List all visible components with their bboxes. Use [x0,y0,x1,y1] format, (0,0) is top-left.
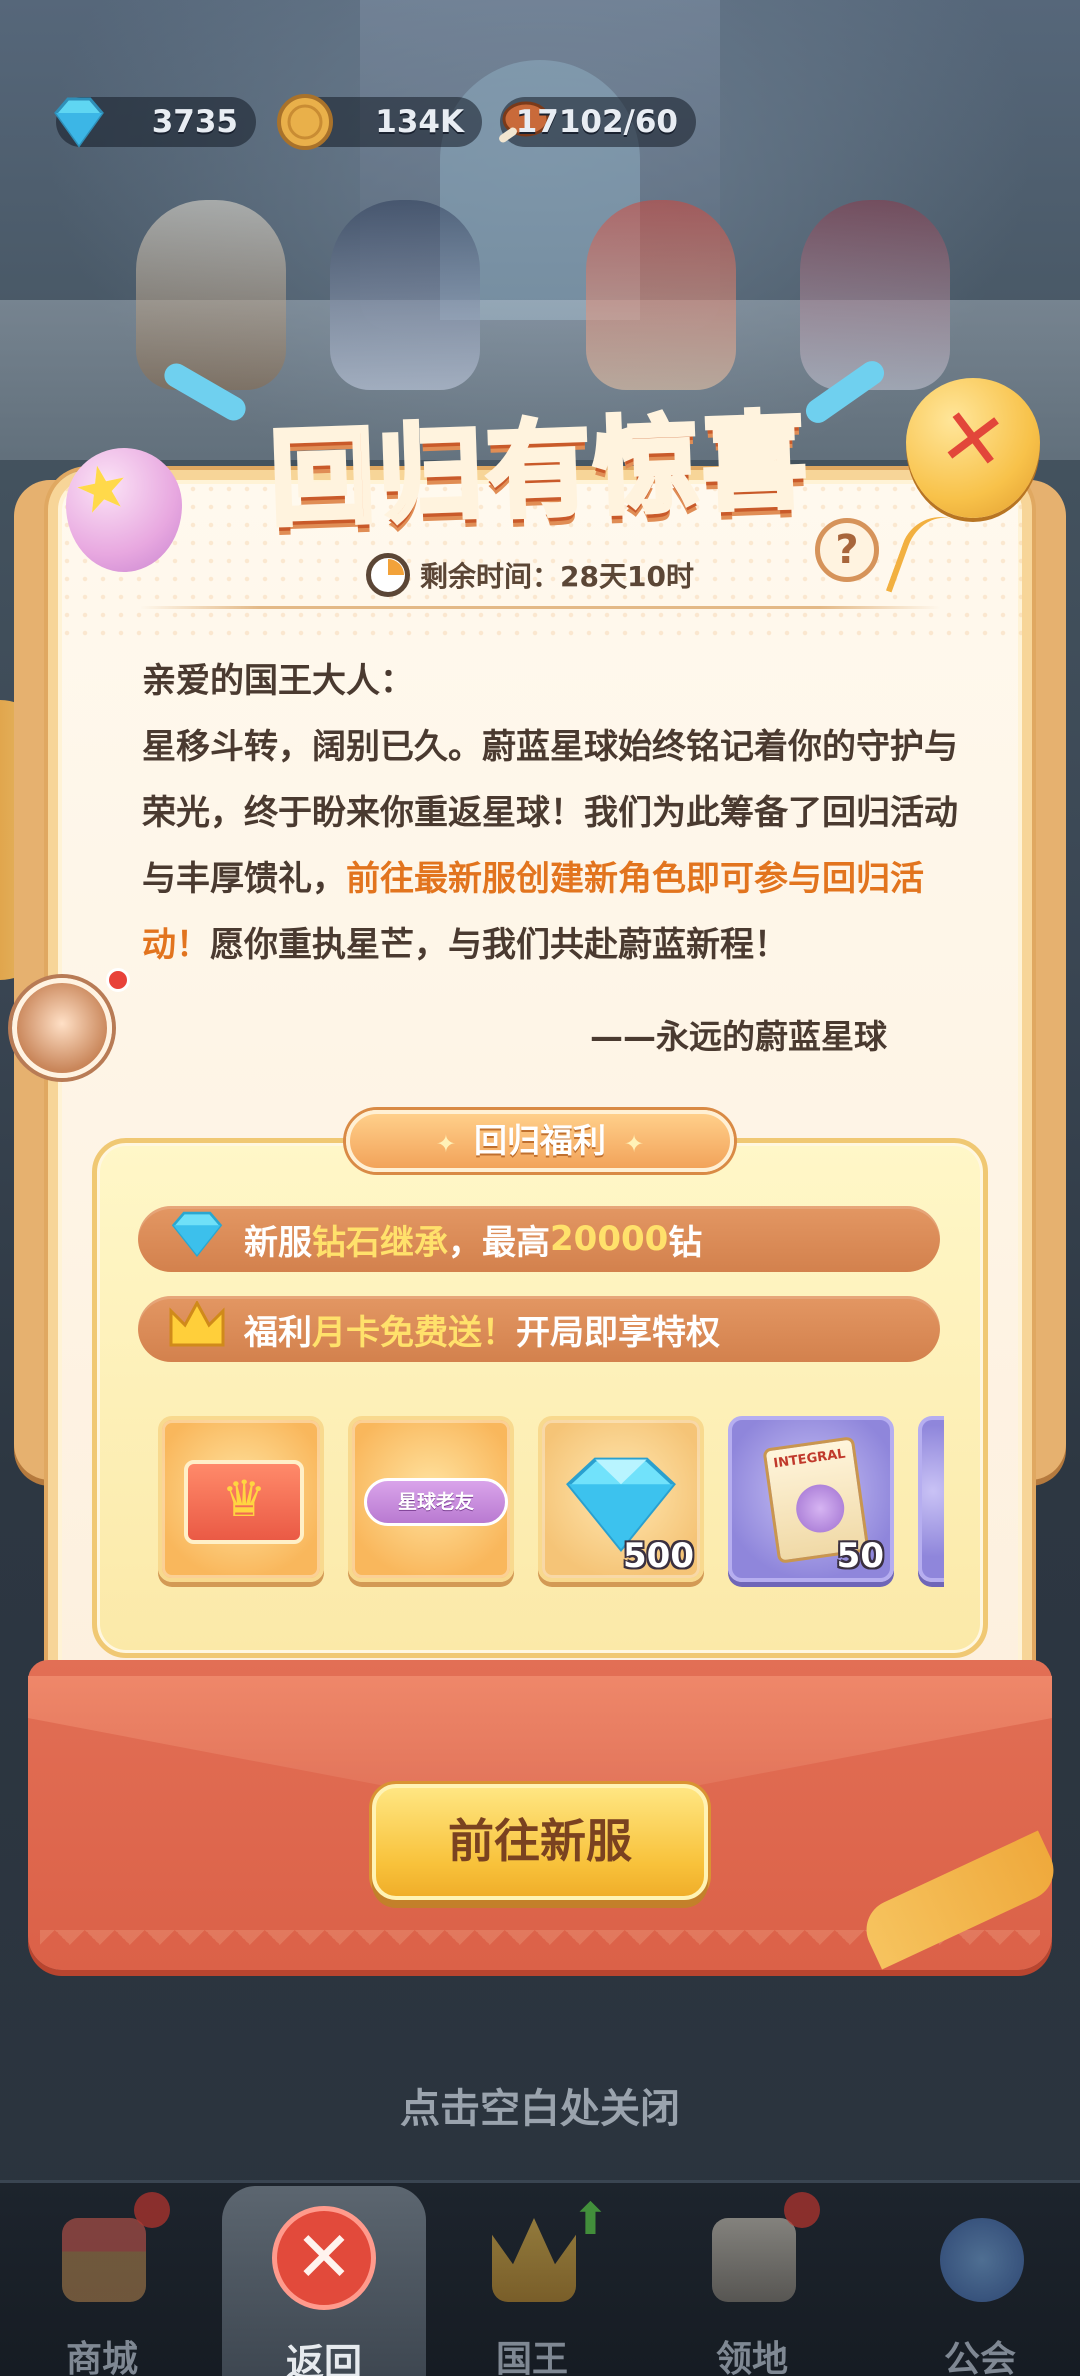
nav-shop[interactable]: 商城 [22,2190,182,2376]
item-quantity: 500 [623,1536,694,1576]
notification-dot [134,2192,170,2228]
reward-partial-item[interactable] [918,1416,944,1582]
diamond-count: 3735 [151,104,238,140]
hero-portrait [136,200,286,390]
planet-icon [940,2218,1024,2302]
reward-veteran-badge[interactable]: 星球老友 [348,1416,514,1582]
help-button[interactable]: ? [815,518,879,582]
shop-icon [62,2218,146,2302]
event-title: 回归有惊喜 [266,397,815,543]
monthly-card-icon: ♛ [184,1460,304,1544]
perk-monthly-card: 福利 月卡免费送！ 开局即享特权 [138,1296,940,1362]
diamond-icon [54,97,104,148]
nav-guild[interactable]: 公会 [900,2190,1060,2376]
sparkle-icon: ✦ [435,1130,456,1158]
notification-dot [784,2192,820,2228]
reward-diamond[interactable]: 500 [538,1416,704,1582]
upgrade-arrow-icon: ⬆ [572,2194,609,2245]
sparkle-icon: ✦ [624,1130,645,1158]
go-new-server-button[interactable]: 前往新服 [372,1784,708,1900]
gold-count: 134K [375,104,464,140]
item-quantity: 50 [836,1536,884,1576]
nav-king[interactable]: ⬆ 国王 [452,2190,612,2376]
star-veteran-badge-icon: 星球老友 [364,1478,508,1526]
remaining-time: 剩余时间：28天10时 [366,552,694,598]
letter-body: 星移斗转，阔别已久。蔚蓝星球始终铭记着你的守护与荣光，终于盼来你重返星球！我们为… [142,727,958,965]
letter-signature: ——永远的蔚蓝星球 [590,1017,887,1056]
perk-diamond-inherit: 新服 钻石继承 ，最高 20000 钻 [138,1206,940,1272]
resource-gold: 134K [277,94,482,150]
resource-food: 17102/60 [499,97,696,147]
close-icon: ✕ [272,2206,376,2310]
hero-portrait [330,200,480,390]
letter-greeting: 亲爱的国王大人： [142,661,414,701]
side-avatar-button[interactable] [12,978,112,1078]
clock-icon [366,553,410,597]
timer-label: 剩余时间：28天10时 [420,560,694,593]
castle-icon [712,2218,796,2302]
reward-monthly-card[interactable]: ♛ [158,1416,324,1582]
reward-integral-scroll[interactable]: INTEGRAL 50 [728,1416,894,1582]
benefits-tab: ✦ 回归福利 ✦ [346,1110,734,1172]
crown-icon [492,2218,576,2302]
gold-coin-icon [277,94,333,150]
notification-dot [106,968,130,992]
nav-territory[interactable]: 领地 [672,2190,832,2376]
tap-to-close-hint[interactable]: 点击空白处关闭 [0,2076,1080,2134]
resource-diamond: 3735 [54,97,256,148]
hero-portrait [586,200,736,390]
food-count: 17102/60 [515,104,678,140]
divider [140,606,940,609]
letter-text: 亲爱的国王大人： 星移斗转，阔别已久。蔚蓝星球始终铭记着你的守护与荣光，终于盼来… [142,648,962,978]
diamond-icon [162,1211,232,1267]
nav-back[interactable]: ✕ 返回 [222,2186,426,2376]
crown-icon [162,1299,232,1357]
